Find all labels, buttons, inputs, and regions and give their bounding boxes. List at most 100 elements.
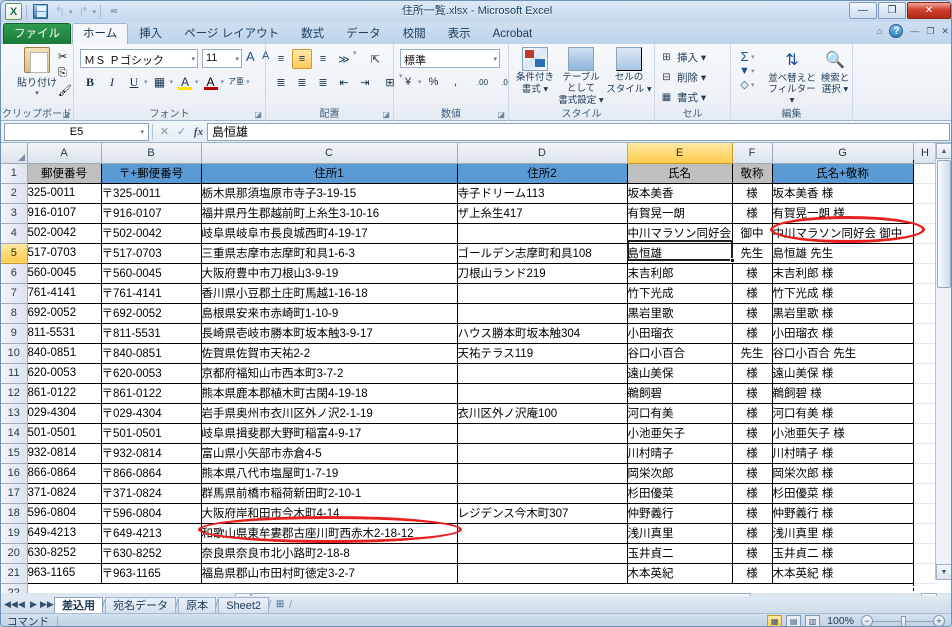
- cell-C5[interactable]: 三重県志摩市志摩町和具1-6-3: [201, 243, 458, 264]
- orientation-button[interactable]: ≫: [334, 49, 354, 69]
- cell-H10[interactable]: [913, 343, 937, 364]
- cell-B10[interactable]: 〒840-0851: [101, 343, 202, 364]
- conditional-formatting-button[interactable]: 条件付き 書式 ▾: [512, 47, 558, 95]
- sheet-tab-genpon[interactable]: 原本: [178, 596, 217, 613]
- cell-A4[interactable]: 502-0042: [26, 223, 102, 244]
- cell-D10[interactable]: 天祐テラス119: [457, 343, 628, 364]
- cell-E10[interactable]: 谷口小百合: [627, 343, 733, 364]
- cell-G7[interactable]: 竹下光成 様: [772, 283, 914, 304]
- number-format-select[interactable]: 標準 ▾: [400, 49, 500, 68]
- cell-F3[interactable]: 様: [732, 203, 773, 224]
- cell-C4[interactable]: 岐阜県岐阜市長良城西町4-19-17: [201, 223, 458, 244]
- cell-H13[interactable]: [913, 403, 937, 424]
- header-cell-E1[interactable]: 氏名: [627, 163, 733, 184]
- cell-F11[interactable]: 様: [732, 363, 773, 384]
- cell-F20[interactable]: 様: [732, 543, 773, 564]
- cell-F7[interactable]: 様: [732, 283, 773, 304]
- confirm-edit-button[interactable]: ✓: [173, 123, 190, 140]
- insert-cells-button[interactable]: ⊞ 挿入 ▾: [659, 50, 706, 65]
- align-left-button[interactable]: ≣: [271, 72, 291, 92]
- sort-filter-button[interactable]: ⇅ 並べ替えと フィルター ▾: [767, 47, 817, 106]
- cell-B20[interactable]: 〒630-8252: [101, 543, 202, 564]
- cell-E19[interactable]: 浅川真里: [627, 523, 733, 544]
- help-icon[interactable]: ?: [889, 24, 904, 38]
- cell-A5[interactable]: 517-0703: [26, 243, 102, 264]
- row-header-19[interactable]: 19: [1, 523, 28, 544]
- number-dialog-launcher[interactable]: ◪: [497, 110, 505, 119]
- cell-B12[interactable]: 〒861-0122: [101, 383, 202, 404]
- increase-decimal-button[interactable]: .00: [473, 72, 493, 92]
- view-normal-button[interactable]: ▦: [767, 614, 783, 626]
- spreadsheet-grid[interactable]: ABCDEFGH 1 郵便番号 〒+郵便番号 住所1 住所2 氏名 敬称 氏名+敬称 2 325-…: [1, 143, 951, 596]
- cell-G15[interactable]: 川村晴子 様: [772, 443, 914, 464]
- header-cell-A1[interactable]: 郵便番号: [26, 163, 102, 184]
- cell-B4[interactable]: 〒502-0042: [101, 223, 202, 244]
- header-cell-C1[interactable]: 住所1: [201, 163, 458, 184]
- cell-C17[interactable]: 群馬県前橋市稲荷新田町2-10-1: [201, 483, 458, 504]
- cell-D18[interactable]: レジデンス今木町307: [457, 503, 628, 524]
- cell-E12[interactable]: 鵜飼碧: [627, 383, 733, 404]
- view-page-layout-button[interactable]: ▤: [786, 614, 802, 626]
- borders-button[interactable]: ▦: [150, 72, 170, 92]
- cell-C8[interactable]: 島根県安来市赤崎町1-10-9: [201, 303, 458, 324]
- cell-C15[interactable]: 富山県小矢部市赤倉4-5: [201, 443, 458, 464]
- cell-G13[interactable]: 河口有美 様: [772, 403, 914, 424]
- cell-styles-button[interactable]: セルの スタイル ▾: [606, 47, 652, 95]
- cell-F12[interactable]: 様: [732, 383, 773, 404]
- cell-B2[interactable]: 〒325-0011: [101, 183, 202, 204]
- zoom-thumb[interactable]: [901, 615, 906, 626]
- ribbon-win-minimize[interactable]: —: [910, 26, 919, 36]
- cell-F4[interactable]: 御中: [732, 223, 773, 244]
- cell-B8[interactable]: 〒692-0052: [101, 303, 202, 324]
- cell-H2[interactable]: [913, 183, 937, 204]
- cell-G6[interactable]: 末吉利郎 様: [772, 263, 914, 284]
- cell-H7[interactable]: [913, 283, 937, 304]
- cell-F6[interactable]: 様: [732, 263, 773, 284]
- cell-E11[interactable]: 遠山美保: [627, 363, 733, 384]
- cell-F15[interactable]: 様: [732, 443, 773, 464]
- cell-D20[interactable]: [457, 543, 628, 564]
- cell-H6[interactable]: [913, 263, 937, 284]
- cell-G21[interactable]: 木本英紀 様: [772, 563, 914, 584]
- cell-F18[interactable]: 様: [732, 503, 773, 524]
- row-header-5[interactable]: 5: [1, 243, 28, 264]
- cell-C2[interactable]: 栃木県那須塩原市寺子3-19-15: [201, 183, 458, 204]
- new-sheet-button[interactable]: ⊞: [271, 599, 289, 610]
- cancel-edit-button[interactable]: ✕: [156, 123, 173, 140]
- find-select-button[interactable]: 🔍 検索と 選択 ▾: [817, 47, 853, 95]
- cell-G16[interactable]: 岡栄次郎 様: [772, 463, 914, 484]
- cell-D13[interactable]: 衣川区外ノ沢庵100: [457, 403, 628, 424]
- sheet-nav-first[interactable]: ◀◀: [4, 599, 18, 610]
- fill-handle[interactable]: [730, 258, 735, 263]
- formula-input[interactable]: 島恒雄: [207, 122, 950, 141]
- font-size-input[interactable]: 11 ▾: [202, 49, 242, 68]
- cell-E21[interactable]: 木本英紀: [627, 563, 733, 584]
- sheet-nav-next[interactable]: ▶: [28, 599, 39, 610]
- cell-D21[interactable]: [457, 563, 628, 584]
- cell-D16[interactable]: [457, 463, 628, 484]
- paste-button[interactable]: 貼り付け ▾: [14, 47, 60, 97]
- ribbon-win-restore[interactable]: ❐: [926, 26, 934, 37]
- fill-color-button[interactable]: A: [175, 72, 195, 92]
- cell-A9[interactable]: 811-5531: [26, 323, 102, 344]
- currency-button[interactable]: ¥: [398, 72, 418, 92]
- phonetic-dropdown-icon[interactable]: ▾: [246, 78, 250, 86]
- borders-dropdown-icon[interactable]: ▾: [170, 78, 174, 86]
- cell-C20[interactable]: 奈良県奈良市北小路町2-18-8: [201, 543, 458, 564]
- scroll-up-button[interactable]: ▲: [936, 143, 951, 159]
- cell-B7[interactable]: 〒761-4141: [101, 283, 202, 304]
- cell-E15[interactable]: 川村晴子: [627, 443, 733, 464]
- cell-H15[interactable]: [913, 443, 937, 464]
- cell-C6[interactable]: 大阪府豊中市刀根山3-9-19: [201, 263, 458, 284]
- ribbon-minimize-icon[interactable]: ⌂: [877, 26, 882, 36]
- cell-D2[interactable]: 寺子ドリーム113: [457, 183, 628, 204]
- cell-H18[interactable]: [913, 503, 937, 524]
- sheet-tab-sheet2[interactable]: Sheet2: [218, 596, 270, 613]
- underline-dropdown-icon[interactable]: ▾: [144, 78, 148, 86]
- cell-F14[interactable]: 様: [732, 423, 773, 444]
- decrease-indent-button[interactable]: ⇤: [334, 72, 354, 92]
- cell-D4[interactable]: [457, 223, 628, 244]
- cell-A13[interactable]: 029-4304: [26, 403, 102, 424]
- cell-G11[interactable]: 遠山美保 様: [772, 363, 914, 384]
- close-button[interactable]: ✕: [907, 2, 951, 19]
